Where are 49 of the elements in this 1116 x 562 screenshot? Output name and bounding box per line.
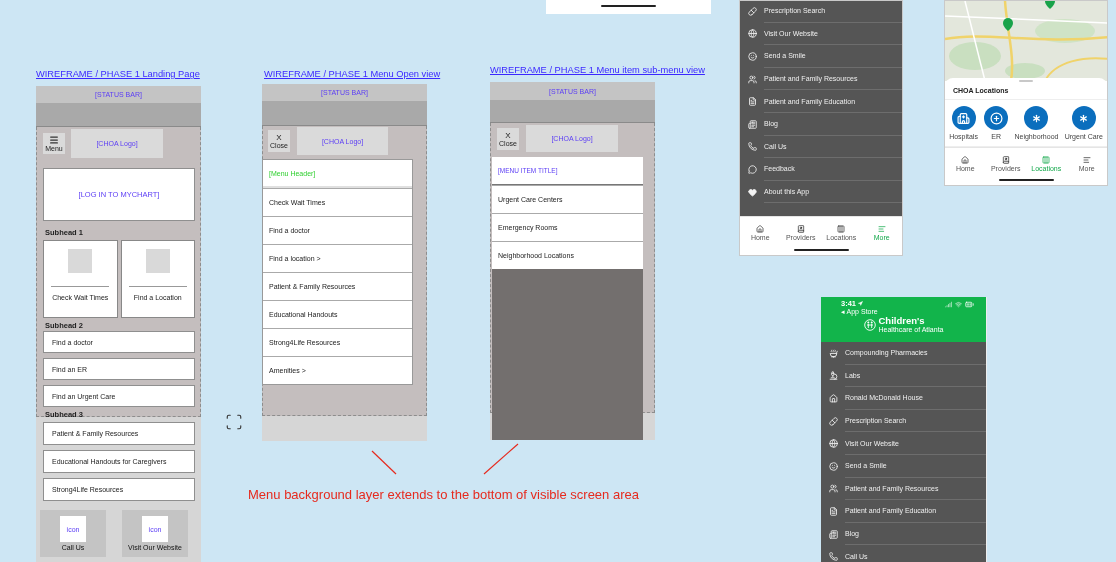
contact-book-icon xyxy=(796,225,805,234)
bowl-icon xyxy=(828,348,838,358)
wireframe-title[interactable]: WIREFRAME / PHASE 1 Menu item sub-menu view xyxy=(490,63,705,77)
annotation-note: Menu background layer extends to the bottom of visible screen area xyxy=(248,487,639,502)
lines-icon xyxy=(877,225,886,234)
menu-icon xyxy=(49,135,59,145)
chat-bubble-icon xyxy=(747,164,757,174)
home-indicator xyxy=(601,4,656,7)
microscope-icon xyxy=(828,371,838,381)
battery-icon xyxy=(965,299,974,309)
logo-name: Children's xyxy=(878,316,925,326)
leader-line xyxy=(371,450,397,475)
signal-icon xyxy=(945,300,952,308)
fullscreen-icon xyxy=(225,413,243,431)
leader-line xyxy=(483,443,519,475)
phone-icon xyxy=(747,142,757,152)
columns-icon xyxy=(1042,155,1051,164)
contact-book-icon xyxy=(1001,155,1010,164)
pill-icon xyxy=(828,416,838,426)
globe-icon xyxy=(828,439,838,449)
newspaper-icon xyxy=(747,119,757,129)
location-arrow-icon xyxy=(858,301,863,306)
columns-icon xyxy=(837,225,846,234)
document-icon xyxy=(747,97,757,107)
image-placeholder xyxy=(68,249,93,273)
image-placeholder xyxy=(145,249,170,273)
wifi-icon xyxy=(955,300,962,308)
globe-icon xyxy=(747,29,757,39)
children-figures-icon xyxy=(863,318,876,331)
plus-icon xyxy=(989,111,1003,125)
people-icon xyxy=(747,74,757,84)
smiley-icon xyxy=(828,461,838,471)
people-icon xyxy=(828,484,838,494)
home-indicator xyxy=(998,179,1054,181)
hospital-icon xyxy=(957,111,970,125)
lines-icon xyxy=(1082,155,1091,164)
home-indicator xyxy=(793,249,849,251)
wireframe-title[interactable]: WIREFRAME / PHASE 1 Landing Page xyxy=(36,67,200,81)
sheet-handle xyxy=(1019,80,1033,82)
wireframe-title[interactable]: WIREFRAME / PHASE 1 Menu Open view xyxy=(264,67,441,81)
pill-icon xyxy=(747,6,757,16)
house-icon xyxy=(828,394,838,403)
smiley-icon xyxy=(747,52,757,61)
heart-icon xyxy=(747,187,757,197)
home-icon xyxy=(961,155,970,164)
home-icon xyxy=(756,225,765,234)
newspaper-icon xyxy=(828,529,838,539)
phone-icon xyxy=(828,552,838,562)
document-icon xyxy=(828,506,838,516)
